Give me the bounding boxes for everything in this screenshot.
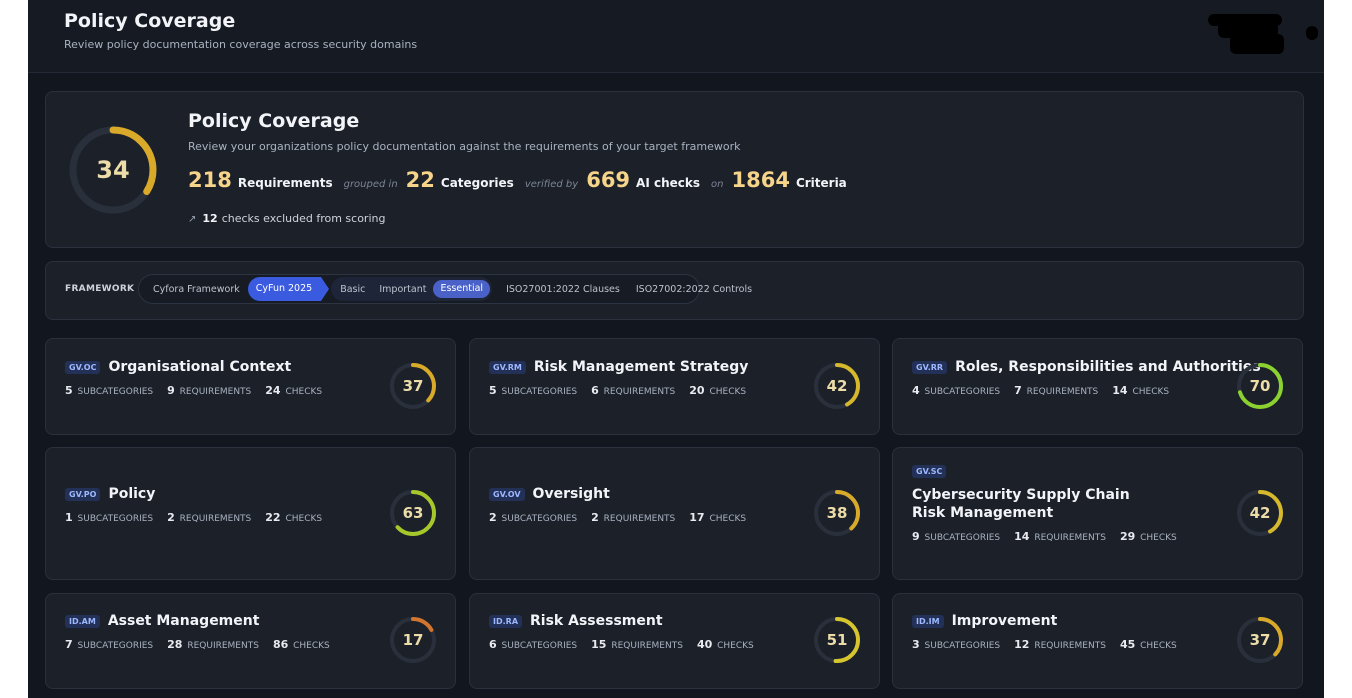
domain-meta: 2 SUBCATEGORIES 2 REQUIREMENTS 17 CHECKS: [489, 511, 747, 524]
requirements-label: Requirements: [237, 176, 333, 190]
domain-score-value: 38: [826, 504, 848, 522]
domain-code-badge: ID.AM: [65, 614, 100, 628]
categories-count: 22: [405, 168, 435, 192]
domain-score-ring: 70: [1236, 362, 1284, 410]
framework-selector: FRAMEWORK Cyfora Framework CyFun 2025 Ba…: [45, 261, 1304, 320]
verified-by-text: verified by: [524, 179, 579, 190]
domain-card-gv-rm[interactable]: GV.RM Risk Management Strategy 5 SUBCATE…: [469, 338, 880, 435]
domain-card-gv-sc[interactable]: GV.SC Cybersecurity Supply Chain Risk Ma…: [892, 447, 1303, 580]
overall-score-ring: 34: [68, 125, 158, 215]
domain-code-badge: GV.OC: [65, 360, 101, 374]
framework-level-group: Basic Important Essential: [331, 277, 493, 301]
framework-option-iso27002[interactable]: ISO27002:2022 Controls: [628, 284, 760, 295]
domain-title: Oversight: [532, 486, 610, 502]
domain-score-value: 42: [1249, 504, 1271, 522]
framework-option-cyfun[interactable]: CyFun 2025: [247, 277, 330, 301]
domain-meta: 9 SUBCATEGORIES 14 REQUIREMENTS 29 CHECKS: [912, 530, 1177, 543]
on-text: on: [711, 179, 724, 190]
domain-score-ring: 51: [813, 616, 861, 664]
domain-score-value: 51: [826, 631, 848, 649]
domain-card-gv-po[interactable]: GV.PO Policy 1 SUBCATEGORIES 2 REQUIREMEN…: [45, 447, 456, 580]
ai-checks-label: AI checks: [636, 176, 701, 190]
framework-options: Cyfora Framework CyFun 2025 Basic Import…: [138, 274, 752, 304]
framework-label: FRAMEWORK: [65, 284, 135, 294]
domain-title: Risk Assessment: [530, 613, 663, 629]
domain-meta: 4 SUBCATEGORIES 7 REQUIREMENTS 14 CHECKS: [912, 384, 1170, 397]
overview-title: Policy Coverage: [188, 110, 360, 132]
requirements-count: 218: [188, 168, 232, 192]
domain-title: Improvement: [951, 613, 1058, 629]
domain-code-badge: GV.SC: [912, 465, 947, 478]
domain-score-value: 42: [826, 377, 848, 395]
domain-score-ring: 42: [1236, 489, 1284, 537]
level-basic[interactable]: Basic: [333, 284, 372, 295]
page-header: Policy Coverage Review policy documentat…: [28, 0, 1324, 73]
domain-card-id-im[interactable]: ID.IM Improvement 3 SUBCATEGORIES 12 REQU…: [892, 593, 1303, 689]
domain-card-gv-ov[interactable]: GV.OV Oversight 2 SUBCATEGORIES 2 REQUIRE…: [469, 447, 880, 580]
domain-code-badge: GV.PO: [65, 487, 101, 501]
domain-score-ring: 17: [389, 616, 437, 664]
level-important[interactable]: Important: [372, 284, 433, 295]
domain-meta: 5 SUBCATEGORIES 6 REQUIREMENTS 20 CHECKS: [489, 384, 747, 397]
domain-score-value: 70: [1249, 377, 1271, 395]
domain-meta: 6 SUBCATEGORIES 15 REQUIREMENTS 40 CHECKS: [489, 638, 754, 651]
domain-meta: 1 SUBCATEGORIES 2 REQUIREMENTS 22 CHECKS: [65, 511, 323, 524]
domain-title: Organisational Context: [108, 359, 292, 375]
domain-code-badge: GV.RR: [912, 360, 948, 374]
domain-score-value: 37: [1249, 631, 1271, 649]
domain-score-ring: 37: [389, 362, 437, 410]
coverage-overview-card: 34 Policy Coverage Review your organizat…: [45, 91, 1304, 248]
domain-card-gv-rr[interactable]: GV.RR Roles, Responsibilities and Author…: [892, 338, 1303, 435]
domain-score-ring: 37: [1236, 616, 1284, 664]
overall-score-value: 34: [96, 156, 130, 184]
criteria-label: Criteria: [795, 176, 847, 190]
framework-option-cyfora[interactable]: Cyfora Framework: [145, 284, 248, 295]
domain-score-value: 63: [402, 504, 424, 522]
domain-title: Asset Management: [107, 613, 260, 629]
excluded-label: checks excluded from scoring: [221, 212, 386, 225]
domain-score-value: 17: [402, 631, 424, 649]
page-subtitle: Review policy documentation coverage acr…: [64, 38, 418, 51]
domain-score-ring: 42: [813, 362, 861, 410]
criteria-count: 1864: [731, 168, 790, 192]
domain-card-id-am[interactable]: ID.AM Asset Management 7 SUBCATEGORIES 28…: [45, 593, 456, 689]
domain-score-ring: 63: [389, 489, 437, 537]
domain-score-value: 37: [402, 377, 424, 395]
domain-meta: 3 SUBCATEGORIES 12 REQUIREMENTS 45 CHECKS: [912, 638, 1177, 651]
domain-title: Roles, Responsibilities and Authorities: [955, 359, 1261, 375]
domain-title: Risk Management Strategy: [533, 359, 749, 375]
domain-code-badge: GV.OV: [489, 487, 525, 501]
domain-score-ring: 38: [813, 489, 861, 537]
domain-card-id-ra[interactable]: ID.RA Risk Assessment 6 SUBCATEGORIES 15 …: [469, 593, 880, 689]
domain-title: Cybersecurity Supply Chain Risk Manageme…: [912, 487, 1130, 521]
framework-option-iso27001[interactable]: ISO27001:2022 Clauses: [498, 284, 628, 295]
domain-code-badge: ID.IM: [912, 614, 944, 628]
domain-code-badge: ID.RA: [489, 614, 523, 628]
overview-stats: 218 Requirements grouped in 22 Categorie…: [188, 168, 858, 192]
overview-description: Review your organizations policy documen…: [188, 140, 741, 153]
excluded-count: 12: [202, 212, 218, 225]
domain-title: Policy: [108, 486, 156, 502]
domain-card-gv-oc[interactable]: GV.OC Organisational Context 5 SUBCATEGO…: [45, 338, 456, 435]
categories-label: Categories: [440, 176, 514, 190]
excluded-checks[interactable]: ↗ 12 checks excluded from scoring: [188, 212, 385, 225]
page-title: Policy Coverage: [64, 10, 236, 32]
level-essential[interactable]: Essential: [433, 280, 491, 298]
redacted-user-area: [1178, 14, 1318, 54]
ai-checks-count: 669: [586, 168, 631, 192]
grouped-in-text: grouped in: [343, 179, 398, 190]
domain-code-badge: GV.RM: [489, 360, 526, 374]
domain-meta: 5 SUBCATEGORIES 9 REQUIREMENTS 24 CHECKS: [65, 384, 323, 397]
app-window: Policy Coverage Review policy documentat…: [28, 0, 1324, 698]
domain-meta: 7 SUBCATEGORIES 28 REQUIREMENTS 86 CHECKS: [65, 638, 330, 651]
arrow-up-right-icon: ↗: [188, 214, 197, 225]
